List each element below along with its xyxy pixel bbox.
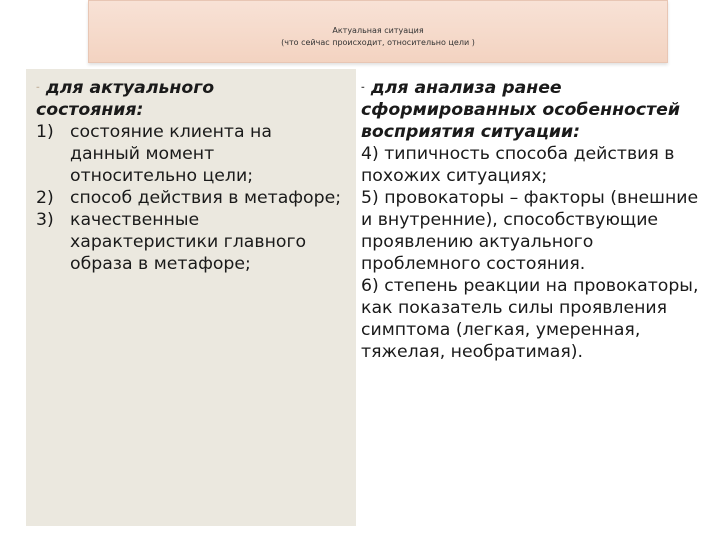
right-paragraph-6: 6) степень реакции на провокаторы, как п… [361, 276, 699, 362]
left-heading-line-2: состояния: [36, 100, 144, 120]
title-line-2: (что сейчас происходит, относительно цел… [281, 38, 475, 47]
list-item: 3) качественные характеристики главного … [36, 209, 346, 275]
title-banner: Актуальная ситуация (что сейчас происход… [88, 0, 668, 63]
left-column: - для актуального состояния: 1) состояни… [26, 69, 356, 526]
right-heading-text: для анализа ранее сформированных особенн… [361, 78, 680, 142]
list-item: 1) состояние клиента на данный момент от… [36, 121, 346, 187]
list-item-text: качественные характеристики главного обр… [70, 210, 307, 274]
right-heading: - для анализа ранее сформированных особе… [361, 77, 709, 143]
left-heading: - для актуального состояния: [36, 77, 346, 121]
right-paragraph-5: 5) провокаторы – факторы (внешние и внут… [361, 188, 699, 274]
list-item-number: 1) [36, 122, 54, 142]
list-item: 2) способ действия в метафоре; [36, 187, 346, 209]
right-column: - для анализа ранее сформированных особе… [357, 69, 713, 526]
left-heading-line-1: для актуального [39, 78, 215, 98]
list-item-number: 3) [36, 210, 54, 230]
list-item-text: способ действия в метафоре; [70, 188, 342, 208]
list-item-text: состояние клиента на данный момент относ… [70, 122, 272, 186]
right-paragraph-4: 4) типичность способа действия в похожих… [361, 144, 675, 186]
title-line-1: Актуальная ситуация [332, 26, 424, 35]
list-item-number: 2) [36, 188, 54, 208]
left-list: 1) состояние клиента на данный момент от… [36, 121, 346, 275]
